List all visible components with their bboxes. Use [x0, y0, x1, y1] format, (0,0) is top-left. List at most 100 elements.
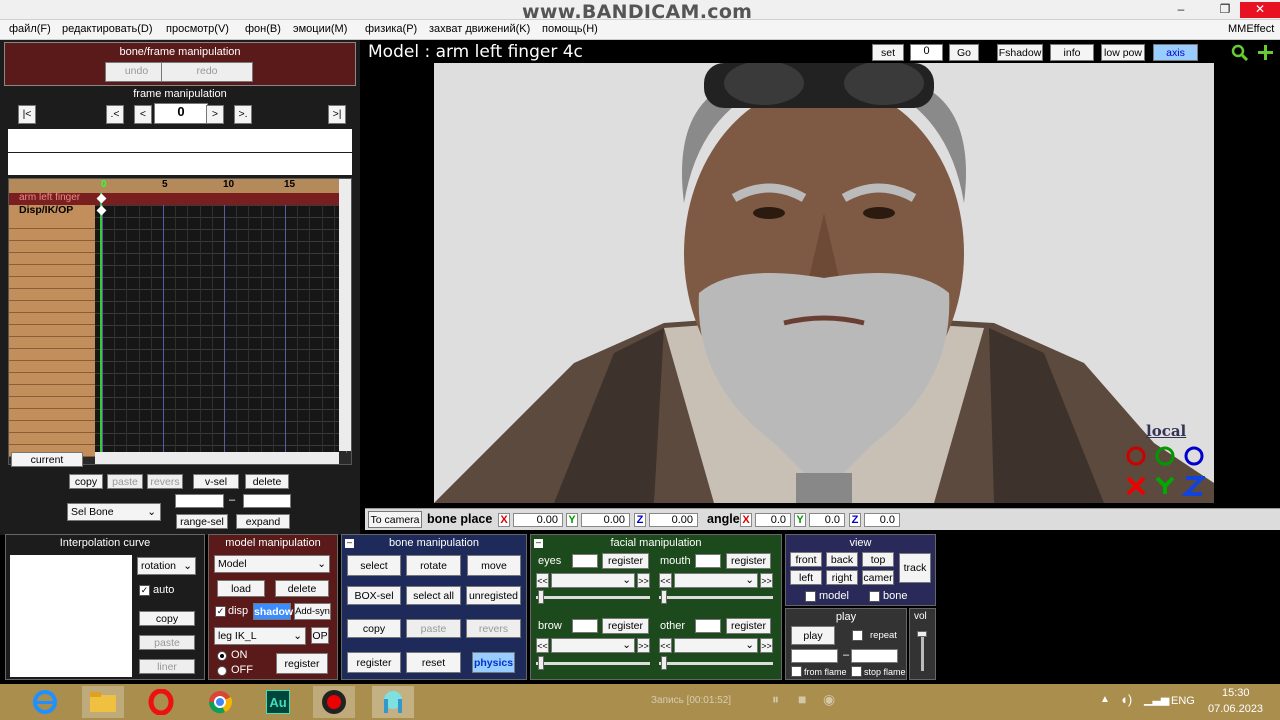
- from-flame-checkbox[interactable]: [791, 666, 802, 677]
- collapse-icon[interactable]: –: [345, 538, 354, 548]
- bone-move-button[interactable]: move: [467, 555, 521, 576]
- zoom-icon[interactable]: [1231, 44, 1249, 62]
- first-frame-button[interactable]: |<: [18, 105, 36, 124]
- auto-checkbox[interactable]: ✓: [139, 585, 150, 596]
- mouth-value-input[interactable]: [695, 554, 721, 568]
- eyes-next-button[interactable]: >>: [637, 573, 650, 588]
- timeline-grid[interactable]: [95, 205, 347, 453]
- bone-reset-button[interactable]: reset: [406, 652, 461, 673]
- model-delete-button[interactable]: delete: [275, 580, 329, 597]
- ie-icon[interactable]: [24, 686, 66, 718]
- pos-z-input[interactable]: 0.00: [649, 513, 698, 527]
- stop-icon[interactable]: ■: [798, 691, 806, 707]
- stop-flame-checkbox[interactable]: [851, 666, 862, 677]
- next-frame-button[interactable]: >: [206, 105, 224, 124]
- menu-motion-capture[interactable]: захват движений(K): [429, 23, 530, 35]
- eyes-slider[interactable]: [536, 590, 650, 604]
- set-button[interactable]: set: [872, 44, 904, 61]
- menu-file[interactable]: файл(F): [9, 23, 51, 35]
- off-radio[interactable]: [217, 666, 227, 676]
- menu-mmeffect[interactable]: MMEffect: [1228, 23, 1274, 35]
- undo-button[interactable]: undo: [105, 62, 168, 82]
- brow-register-button[interactable]: register: [602, 618, 649, 634]
- axis-gizmo[interactable]: [1125, 446, 1207, 496]
- timeline-row-label[interactable]: [9, 217, 95, 229]
- bandicam-icon[interactable]: [313, 686, 355, 718]
- prev-frame-button[interactable]: <: [134, 105, 152, 124]
- menu-physics[interactable]: физика(P): [365, 23, 417, 35]
- rotation-dropdown[interactable]: rotation ⌄: [137, 557, 196, 575]
- menu-help[interactable]: помощь(H): [542, 23, 598, 35]
- eyes-register-button[interactable]: register: [602, 553, 649, 569]
- timeline-row-label[interactable]: [9, 337, 95, 349]
- view-front-button[interactable]: front: [790, 552, 822, 567]
- to-camera-button[interactable]: To camera: [368, 511, 422, 528]
- physics-button[interactable]: physics: [472, 652, 515, 673]
- bone-select-button[interactable]: select: [347, 555, 401, 576]
- other-register-button[interactable]: register: [726, 618, 771, 634]
- frame-number-input[interactable]: 0: [154, 103, 208, 124]
- pause-icon[interactable]: ⏸: [772, 691, 779, 708]
- set-value-input[interactable]: 0: [910, 44, 943, 61]
- timeline-row-disp[interactable]: Disp/IK/OP: [9, 204, 95, 217]
- bone-revers-button[interactable]: revers: [466, 619, 521, 638]
- chrome-icon[interactable]: [199, 686, 241, 718]
- angle-y-input[interactable]: 0.0: [809, 513, 845, 527]
- on-radio[interactable]: [217, 651, 227, 661]
- view-right-button[interactable]: right: [826, 570, 858, 585]
- menu-view[interactable]: просмотр(V): [166, 23, 229, 35]
- paste-frame-button[interactable]: paste: [107, 474, 143, 489]
- brow-prev-button[interactable]: <<: [536, 638, 549, 653]
- timeline-row-label[interactable]: [9, 349, 95, 361]
- timeline-row-label[interactable]: [9, 229, 95, 241]
- clock-date[interactable]: 07.06.2023: [1208, 703, 1263, 715]
- redo-button[interactable]: redo: [161, 62, 253, 82]
- timeline-row-label[interactable]: [9, 361, 95, 373]
- timeline-row-label[interactable]: [9, 433, 95, 445]
- other-dropdown[interactable]: ⌄: [674, 638, 758, 653]
- brow-next-button[interactable]: >>: [637, 638, 650, 653]
- other-next-button[interactable]: >>: [760, 638, 773, 653]
- timeline[interactable]: 0 5 10 15 arm left finger Disp/IK/OP: [8, 178, 352, 465]
- delete-frame-button[interactable]: delete: [245, 474, 289, 489]
- view-model-checkbox[interactable]: [805, 591, 816, 602]
- mouth-prev-button[interactable]: <<: [659, 573, 672, 588]
- expand-button[interactable]: expand: [236, 514, 290, 529]
- other-value-input[interactable]: [695, 619, 721, 633]
- repeat-checkbox[interactable]: [852, 630, 863, 641]
- menu-edit[interactable]: редактировать(D): [62, 23, 153, 35]
- view-back-button[interactable]: back: [826, 552, 858, 567]
- model-register-button[interactable]: register: [276, 653, 328, 674]
- timeline-row-label[interactable]: [9, 325, 95, 337]
- axis-button[interactable]: axis: [1153, 44, 1198, 61]
- last-frame-button[interactable]: >|: [328, 105, 346, 124]
- clock-time[interactable]: 15:30: [1222, 687, 1250, 699]
- interp-copy-button[interactable]: copy: [139, 611, 195, 626]
- timeline-hscroll[interactable]: [95, 452, 339, 464]
- interpolation-curve-editor[interactable]: [10, 555, 132, 677]
- other-slider[interactable]: [659, 656, 773, 670]
- view-camera-button[interactable]: camer: [862, 570, 894, 585]
- mouth-register-button[interactable]: register: [726, 553, 771, 569]
- network-icon[interactable]: ▁▃▅: [1144, 693, 1169, 706]
- interp-liner-button[interactable]: liner: [139, 659, 195, 674]
- stop-frame-input[interactable]: [851, 649, 898, 663]
- close-button[interactable]: ✕: [1240, 2, 1280, 18]
- current-button[interactable]: current: [11, 452, 83, 467]
- file-explorer-icon[interactable]: [82, 686, 124, 718]
- box-sel-button[interactable]: BOX-sel: [347, 586, 401, 605]
- angle-z-input[interactable]: 0.0: [864, 513, 900, 527]
- model-load-button[interactable]: load: [217, 580, 265, 597]
- brow-slider[interactable]: [536, 656, 650, 670]
- range-sel-button[interactable]: range-sel: [176, 514, 228, 529]
- brow-dropdown[interactable]: ⌄: [551, 638, 635, 653]
- timeline-row-label[interactable]: [9, 397, 95, 409]
- mouth-next-button[interactable]: >>: [760, 573, 773, 588]
- timeline-row-label[interactable]: [9, 409, 95, 421]
- timeline-row-label[interactable]: [9, 421, 95, 433]
- timeline-vscroll[interactable]: [339, 179, 351, 451]
- range-start-input[interactable]: [175, 494, 224, 508]
- audition-icon[interactable]: Au: [257, 686, 299, 718]
- mouth-slider[interactable]: [659, 590, 773, 604]
- angle-x-input[interactable]: 0.0: [755, 513, 791, 527]
